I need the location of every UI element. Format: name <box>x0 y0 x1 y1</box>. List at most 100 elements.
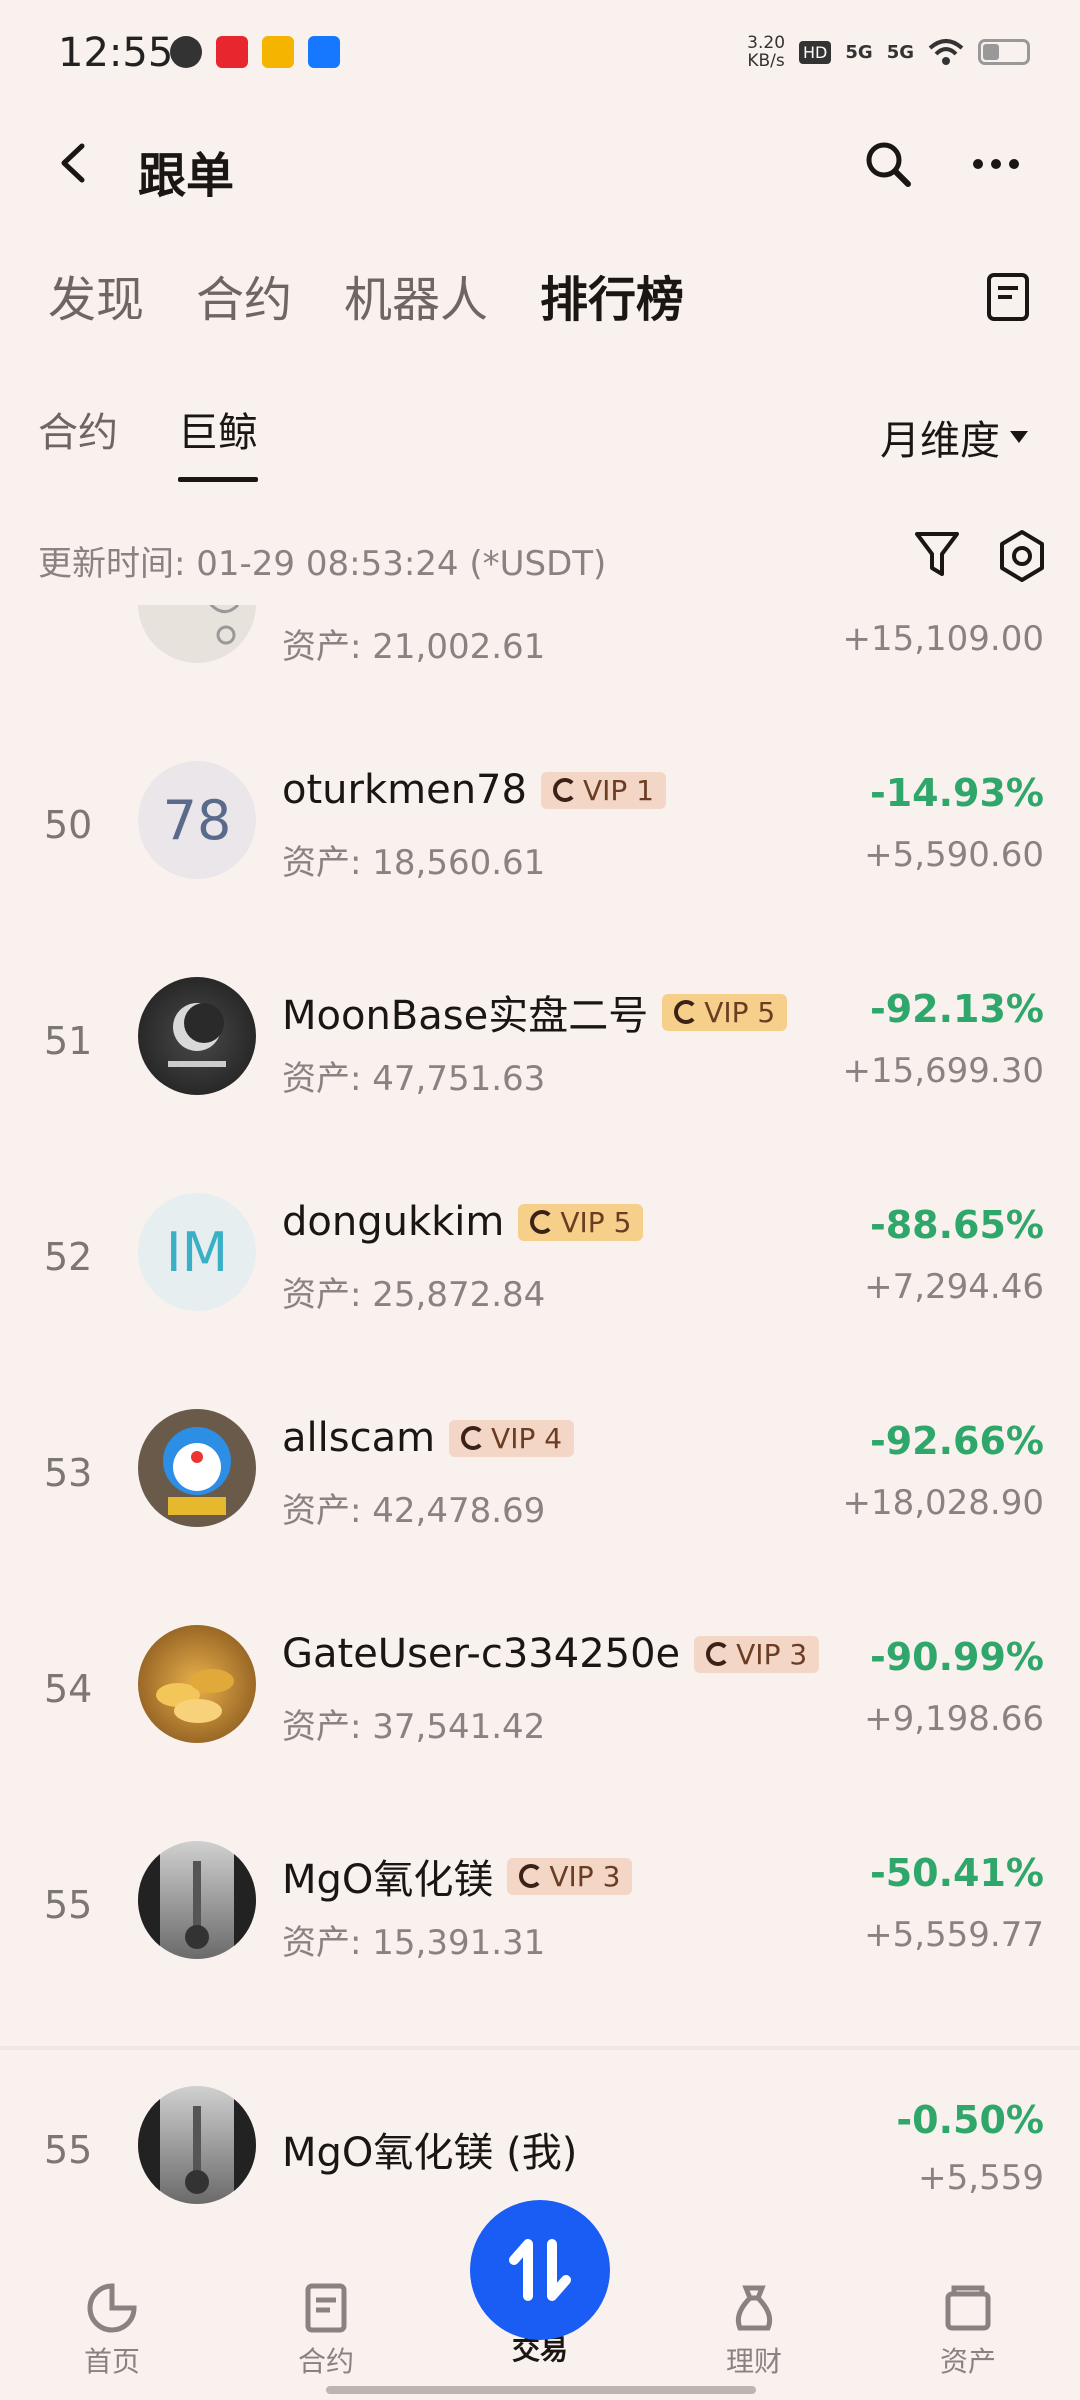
nav-home[interactable]: 首页 <box>42 2280 182 2380</box>
vip-label: VIP 3 <box>736 1637 808 1671</box>
username: MoonBase实盘二号 VIP 5 <box>282 983 788 1041</box>
pnl-value: +15,109.00 <box>842 619 1044 659</box>
list-item[interactable]: 55 MgO氧化镁 VIP 3 资产: 15,391.31 -50.41% +5… <box>0 1805 1080 2021</box>
page-title: 跟单 <box>138 148 235 204</box>
vip-badge: VIP 5 <box>518 1203 644 1241</box>
battery-icon <box>978 39 1030 65</box>
subtab-whale[interactable]: 巨鲸 <box>178 400 258 482</box>
wifi-icon <box>928 39 964 65</box>
redbook-notification-icon <box>216 36 248 68</box>
assets-value: 资产: 47,751.63 <box>282 1059 546 1099</box>
username-text: MgO氧化镁 <box>282 1857 494 1903</box>
update-time: 更新时间: 01-29 08:53:24 (*USDT) <box>38 544 607 584</box>
dimension-label: 月维度 <box>880 418 1000 464</box>
vip-badge: VIP 5 <box>662 993 788 1031</box>
rank-number: 53 <box>44 1451 93 1495</box>
app-header: 跟单 <box>0 110 1080 220</box>
return-percent: -14.93% <box>869 771 1044 815</box>
caret-down-icon <box>1010 431 1028 443</box>
search-icon[interactable] <box>862 138 914 190</box>
tab-contract[interactable]: 合约 <box>196 260 292 330</box>
return-percent: -0.50% <box>896 2098 1044 2142</box>
system-indicators: 3.20 KB/s HD 5G 5G <box>747 34 1030 70</box>
username-text: MgO氧化镁 (我) <box>282 2130 578 2176</box>
username: oturkmen78 VIP 1 <box>282 767 666 813</box>
vip-label: VIP 5 <box>704 995 776 1029</box>
username-text: dongukkim <box>282 1199 505 1245</box>
status-bar: 12:55 3.20 KB/s HD 5G 5G <box>0 0 1080 110</box>
username-text: allscam <box>282 1415 436 1461</box>
avatar: IM <box>138 1193 256 1311</box>
doraemon-avatar-image <box>163 1427 231 1515</box>
vip-logo-icon <box>530 1210 555 1234</box>
vip-logo-icon <box>519 1864 544 1888</box>
return-percent: -88.65% <box>869 1203 1044 1247</box>
return-percent: -50.41% <box>869 1851 1044 1895</box>
subtab-contract[interactable]: 合约 <box>38 400 118 482</box>
main-tabs: 发现 合约 机器人 排行榜 <box>48 260 684 330</box>
vip-label: VIP 1 <box>582 773 654 807</box>
pnl-value: +9,198.66 <box>864 1699 1044 1739</box>
moonbase-logo-image <box>168 1003 226 1067</box>
gold-coins-avatar-image <box>156 1669 234 1723</box>
settings-icon[interactable] <box>994 528 1050 584</box>
pnl-value: +5,559 <box>918 2158 1044 2198</box>
return-percent: -90.99% <box>869 1635 1044 1679</box>
rank-number: 54 <box>44 1667 93 1711</box>
avatar <box>138 2086 256 2204</box>
city-window-avatar-image <box>138 1841 256 1959</box>
list-item[interactable]: 50 78 oturkmen78 VIP 1 资产: 18,560.61 -14… <box>0 725 1080 941</box>
rank-number: 50 <box>44 803 93 847</box>
dimension-select[interactable]: 月维度 <box>880 408 1028 466</box>
finance-icon <box>735 2285 773 2331</box>
more-options-icon[interactable] <box>970 138 1022 190</box>
nav-label: 合约 <box>297 2345 354 2378</box>
speed-unit: KB/s <box>747 51 785 71</box>
nav-label: 理财 <box>725 2345 782 2378</box>
tab-leaderboard[interactable]: 排行榜 <box>540 260 684 330</box>
username: MgO氧化镁 (我) <box>282 2120 577 2178</box>
nav-assets[interactable]: 资产 <box>898 2280 1038 2380</box>
assets-value: 资产: 15,391.31 <box>282 1923 546 1963</box>
document-icon[interactable] <box>986 272 1030 322</box>
home-icon <box>87 2283 137 2333</box>
home-indicator[interactable] <box>326 2386 756 2394</box>
vip-badge: VIP 1 <box>540 771 666 809</box>
pnl-value: +7,294.46 <box>864 1267 1044 1307</box>
username-text: GateUser-c334250e <box>282 1631 681 1677</box>
vip-badge: VIP 3 <box>507 1857 633 1895</box>
assets-icon <box>945 2285 991 2331</box>
nav-finance[interactable]: 理财 <box>684 2280 824 2380</box>
vip-logo-icon <box>461 1426 486 1450</box>
list-item[interactable]: 52 IM dongukkim VIP 5 资产: 25,872.84 -88.… <box>0 1157 1080 1373</box>
vip-logo-icon <box>706 1642 731 1666</box>
filter-icon[interactable] <box>912 528 962 582</box>
tab-discover[interactable]: 发现 <box>48 260 144 330</box>
list-item[interactable]: 51 MoonBase实盘二号 VIP 5 资产: 47,751.63 -92.… <box>0 941 1080 1157</box>
tab-robot[interactable]: 机器人 <box>344 260 488 330</box>
sub-tabs: 合约 巨鲸 <box>38 400 258 482</box>
avatar <box>138 605 256 663</box>
rank-number: 55 <box>44 2128 93 2172</box>
trade-button[interactable] <box>470 2200 610 2340</box>
back-arrow-icon[interactable] <box>50 138 100 188</box>
rank-number: 51 <box>44 1019 93 1063</box>
pnl-value: +18,028.90 <box>842 1483 1044 1523</box>
alipay-notification-icon <box>308 36 340 68</box>
app-notification-icon <box>170 36 202 68</box>
return-percent: -92.66% <box>869 1419 1044 1463</box>
sketch-avatar-image <box>209 605 240 645</box>
leaderboard-list: 资产: 21,002.61 +15,109.00 50 78 oturkmen7… <box>0 605 1080 2045</box>
list-item[interactable]: 资产: 21,002.61 +15,109.00 <box>0 605 1080 725</box>
list-item[interactable]: 54 GateUser-c334250e VIP 3 资产: 37,541.42… <box>0 1589 1080 1805</box>
assets-value: 资产: 42,478.69 <box>282 1491 546 1531</box>
list-item[interactable]: 53 allscam VIP 4 资产: 42,478.69 -92.66% +… <box>0 1373 1080 1589</box>
username: dongukkim VIP 5 <box>282 1199 644 1245</box>
avatar <box>138 1409 256 1527</box>
notification-icons <box>170 36 340 68</box>
rank-number: 52 <box>44 1235 93 1279</box>
username-text: oturkmen78 <box>282 767 527 813</box>
pnl-value: +5,590.60 <box>864 835 1044 875</box>
nav-contract[interactable]: 合约 <box>256 2280 396 2380</box>
avatar <box>138 977 256 1095</box>
